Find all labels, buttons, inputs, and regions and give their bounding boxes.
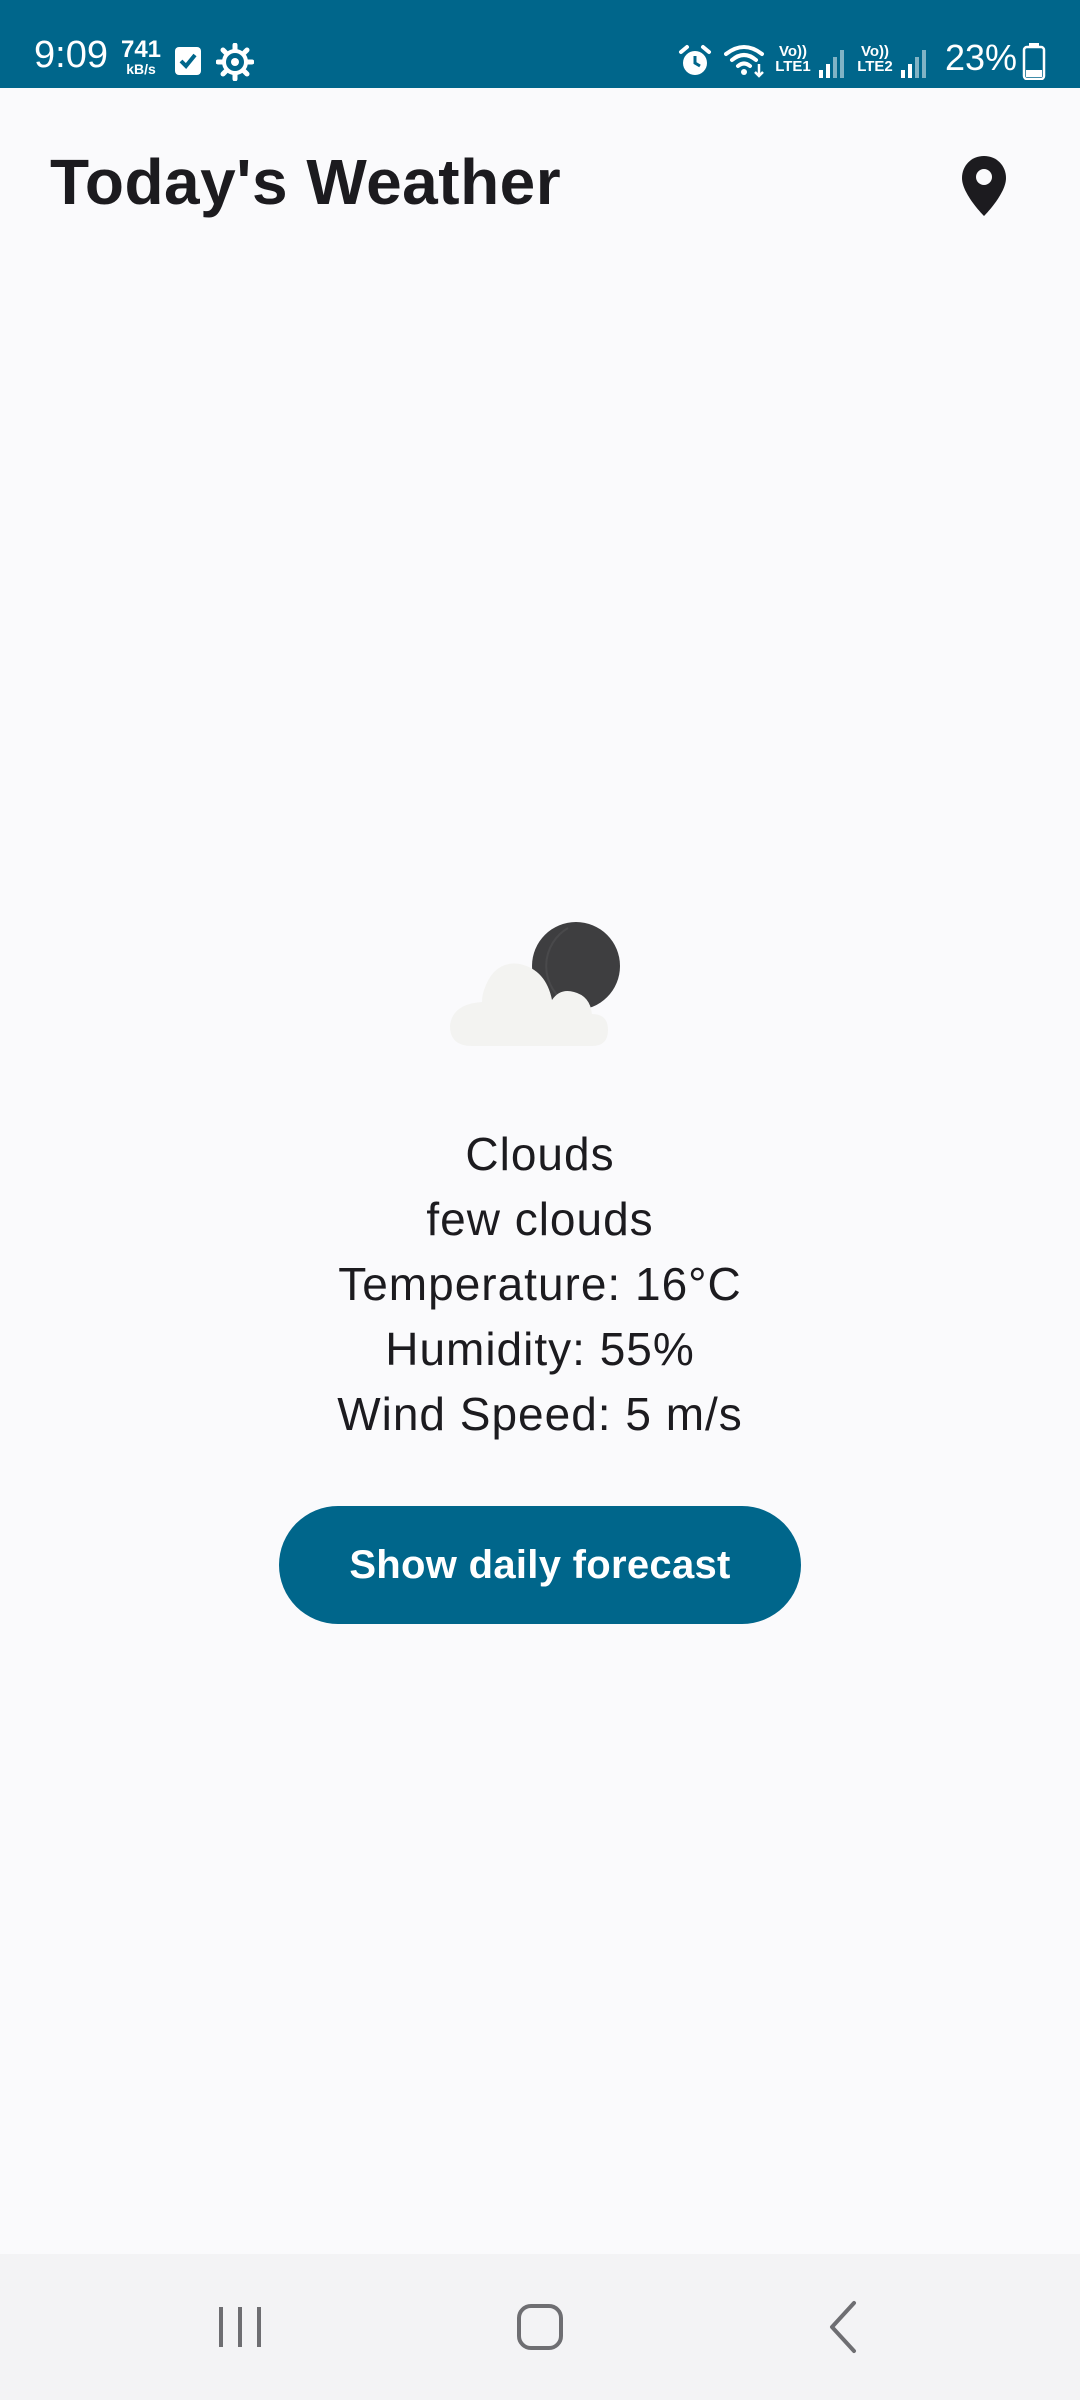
recents-button[interactable] [180, 2254, 300, 2400]
back-button[interactable] [784, 2254, 904, 2400]
weather-description: few clouds [426, 1193, 654, 1245]
alarm-icon [679, 45, 711, 75]
humidity-text: Humidity: 55% [385, 1323, 695, 1375]
sim1-volte-label: Vo)) LTE1 [772, 44, 814, 74]
weather-main: Clouds [465, 1128, 615, 1180]
battery-icon [1022, 43, 1046, 80]
cloud-moon-icon [450, 922, 620, 1046]
temperature-text: Temperature: 16°C [338, 1258, 742, 1310]
location-pin-icon [962, 156, 1006, 216]
page-title: Today's Weather [50, 146, 562, 218]
wifi-icon [724, 45, 764, 78]
gear-icon [216, 43, 254, 81]
home-icon [517, 2304, 563, 2350]
sim2-volte-label: Vo)) LTE2 [854, 44, 896, 74]
show-daily-forecast-button[interactable]: Show daily forecast [279, 1506, 801, 1624]
sim1-volte-top: Vo)) [778, 43, 808, 60]
sim1-volte-bottom: LTE1 [775, 58, 811, 75]
location-button[interactable] [944, 146, 1024, 226]
wind-speed-text: Wind Speed: 5 m/s [337, 1388, 743, 1440]
network-speed: 741 kB/s [120, 36, 162, 77]
recents-icon [219, 2307, 261, 2347]
status-bar: 9:09 741 kB/s Vo)) LTE1 Vo)) LTE2 23% [0, 0, 1080, 88]
network-speed-value: 741 [120, 36, 162, 63]
checkbox-notification-icon [175, 47, 201, 75]
navigation-bar [0, 2254, 1080, 2400]
status-time: 9:09 [34, 34, 108, 76]
network-speed-unit: kB/s [126, 61, 156, 77]
signal-icon [901, 50, 926, 78]
home-button[interactable] [480, 2254, 600, 2400]
sim2-volte-top: Vo)) [860, 43, 890, 60]
battery-percent: 23% [945, 37, 1018, 78]
back-icon [830, 2301, 856, 2353]
signal-icon [819, 50, 844, 78]
weather-info: Clouds few clouds Temperature: 16°C Humi… [0, 1122, 1080, 1447]
sim2-volte-bottom: LTE2 [857, 58, 893, 75]
